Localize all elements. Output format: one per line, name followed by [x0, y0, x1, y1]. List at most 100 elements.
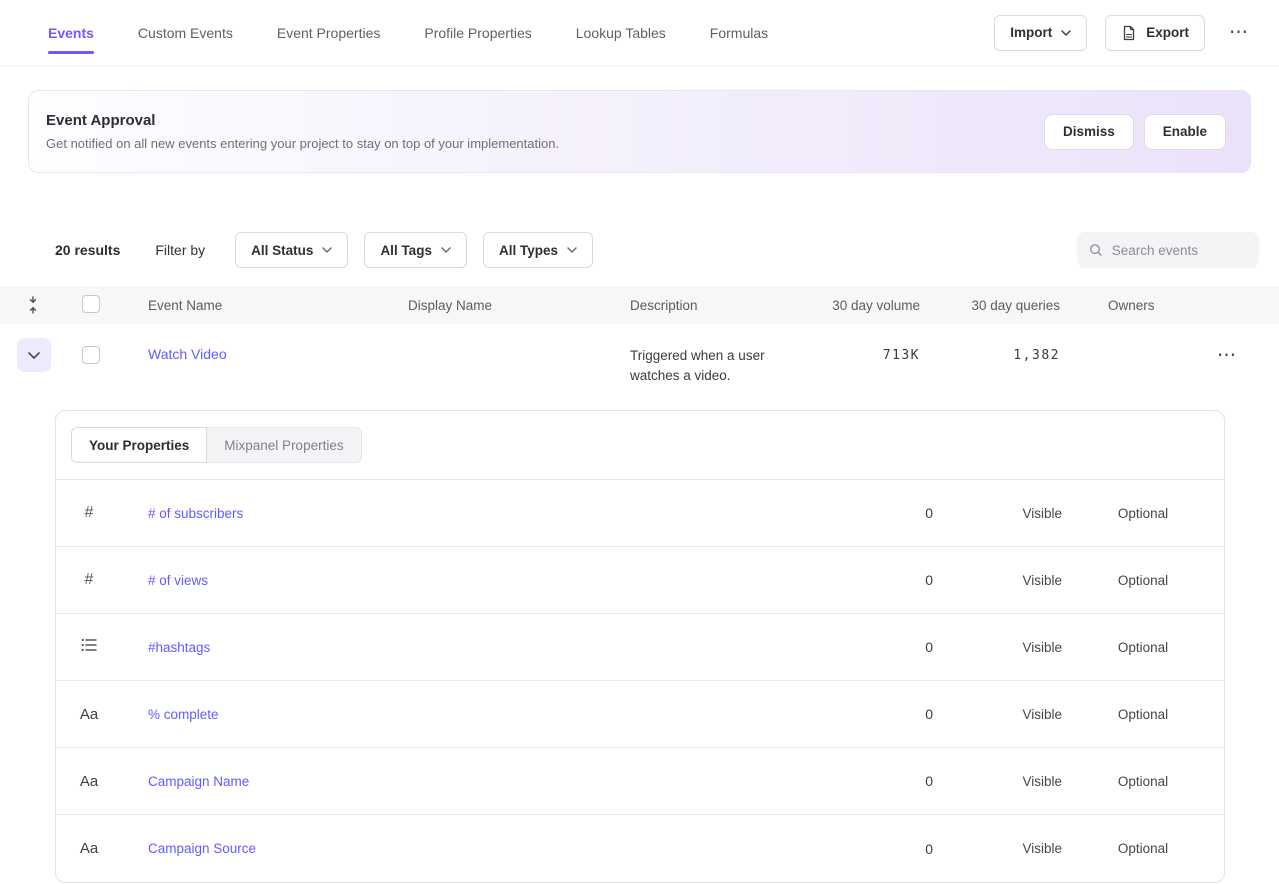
property-visibility[interactable]: Visible [933, 506, 1062, 521]
banner-actions: Dismiss Enable [1044, 114, 1226, 150]
property-requirement[interactable]: Optional [1062, 640, 1224, 655]
event-display-name [408, 338, 630, 410]
export-button[interactable]: Export [1105, 15, 1205, 51]
text-type-icon: Aa [80, 840, 98, 857]
collapse-rows-icon [26, 296, 40, 314]
column-description: Description [630, 298, 820, 313]
tags-filter-label: All Tags [380, 243, 432, 258]
tab-custom-events[interactable]: Custom Events [138, 0, 233, 65]
property-row: Aa Campaign Source 0 Visible Optional [56, 815, 1224, 882]
property-name-link[interactable]: Campaign Source [122, 841, 813, 856]
search-input[interactable] [1112, 243, 1247, 258]
event-properties-panel: Your Properties Mixpanel Properties # # … [55, 410, 1225, 883]
property-visibility[interactable]: Visible [933, 640, 1062, 655]
chevron-down-icon [28, 352, 40, 359]
event-description: Triggered when a user watches a video. [630, 338, 820, 410]
banner-title: Event Approval [46, 112, 559, 129]
property-name-link[interactable]: # of views [122, 573, 813, 588]
event-volume: 713K [820, 338, 920, 410]
properties-list: # # of subscribers 0 Visible Optional # … [56, 480, 1224, 882]
tab-lookup-tables[interactable]: Lookup Tables [576, 0, 666, 65]
tags-filter-dropdown[interactable]: All Tags [364, 232, 467, 268]
types-filter-dropdown[interactable]: All Types [483, 232, 593, 268]
status-filter-dropdown[interactable]: All Status [235, 232, 348, 268]
top-navigation: Events Custom Events Event Properties Pr… [0, 0, 1279, 66]
column-owners: Owners [1060, 298, 1209, 313]
property-name-link[interactable]: % complete [122, 707, 813, 722]
event-table-row: Watch Video Triggered when a user watche… [0, 324, 1279, 410]
property-requirement[interactable]: Optional [1062, 506, 1224, 521]
property-value: 0 [813, 773, 933, 789]
property-row: # # of subscribers 0 Visible Optional [56, 480, 1224, 547]
property-value: 0 [813, 639, 933, 655]
property-requirement[interactable]: Optional [1062, 774, 1224, 789]
row-checkbox[interactable] [82, 346, 100, 364]
results-count: 20 results [55, 242, 120, 258]
property-row: Aa Campaign Name 0 Visible Optional [56, 748, 1224, 815]
property-requirement[interactable]: Optional [1062, 573, 1224, 588]
tab-event-properties[interactable]: Event Properties [277, 0, 381, 65]
property-value: 0 [813, 841, 933, 857]
collapse-row-button[interactable] [17, 338, 51, 372]
tab-formulas[interactable]: Formulas [710, 0, 768, 65]
status-filter-label: All Status [251, 243, 313, 258]
lexicon-tabs: Events Custom Events Event Properties Pr… [48, 0, 768, 65]
property-requirement[interactable]: Optional [1062, 841, 1224, 856]
event-approval-banner: Event Approval Get notified on all new e… [28, 90, 1251, 173]
event-name-link[interactable]: Watch Video [148, 338, 408, 410]
chevron-down-icon [441, 247, 451, 253]
number-type-icon: # [85, 571, 94, 589]
property-row: # # of views 0 Visible Optional [56, 547, 1224, 614]
more-options-button[interactable]: ⋯ [1223, 17, 1255, 48]
search-icon [1089, 242, 1103, 258]
dismiss-button[interactable]: Dismiss [1044, 114, 1134, 150]
tab-profile-properties[interactable]: Profile Properties [424, 0, 531, 65]
tab-your-properties[interactable]: Your Properties [71, 427, 207, 463]
banner-description: Get notified on all new events entering … [46, 136, 559, 151]
tab-mixpanel-properties[interactable]: Mixpanel Properties [207, 427, 361, 463]
property-visibility[interactable]: Visible [933, 841, 1062, 856]
column-queries: 30 day queries [920, 298, 1060, 313]
events-table-header: Event Name Display Name Description 30 d… [0, 286, 1279, 324]
property-name-link[interactable]: # of subscribers [122, 506, 813, 521]
property-value: 0 [813, 505, 933, 521]
filter-bar: 20 results Filter by All Status All Tags… [55, 232, 1259, 268]
import-button[interactable]: Import [994, 15, 1087, 51]
export-csv-icon [1121, 25, 1137, 41]
number-type-icon: # [85, 504, 94, 522]
import-button-label: Import [1010, 25, 1052, 40]
property-requirement[interactable]: Optional [1062, 707, 1224, 722]
property-name-link[interactable]: #hashtags [122, 640, 813, 655]
chevron-down-icon [322, 247, 332, 253]
types-filter-label: All Types [499, 243, 558, 258]
tab-events[interactable]: Events [48, 0, 94, 65]
property-value: 0 [813, 572, 933, 588]
chevron-down-icon [1061, 30, 1071, 36]
collapse-all-control[interactable] [0, 296, 66, 314]
filter-by-label: Filter by [155, 242, 205, 258]
event-owners [1060, 338, 1209, 410]
column-volume: 30 day volume [820, 298, 920, 313]
property-visibility[interactable]: Visible [933, 573, 1062, 588]
export-button-label: Export [1146, 25, 1189, 40]
property-row: #hashtags 0 Visible Optional [56, 614, 1224, 681]
select-all-checkbox[interactable] [82, 295, 100, 313]
banner-text: Event Approval Get notified on all new e… [46, 112, 559, 151]
chevron-down-icon [567, 247, 577, 253]
nav-actions: Import Export ⋯ [994, 15, 1255, 51]
property-visibility[interactable]: Visible [933, 707, 1062, 722]
property-row: Aa % complete 0 Visible Optional [56, 681, 1224, 748]
column-display-name: Display Name [408, 298, 630, 313]
property-name-link[interactable]: Campaign Name [122, 774, 813, 789]
list-type-icon [81, 638, 97, 657]
enable-button[interactable]: Enable [1144, 114, 1226, 150]
event-queries: 1,382 [920, 338, 1060, 410]
row-more-options-button[interactable]: ⋯ [1211, 340, 1243, 371]
text-type-icon: Aa [80, 773, 98, 790]
properties-tabbar: Your Properties Mixpanel Properties [56, 411, 1224, 480]
property-value: 0 [813, 706, 933, 722]
search-box [1077, 232, 1259, 268]
text-type-icon: Aa [80, 706, 98, 723]
column-event-name: Event Name [148, 298, 408, 313]
property-visibility[interactable]: Visible [933, 774, 1062, 789]
